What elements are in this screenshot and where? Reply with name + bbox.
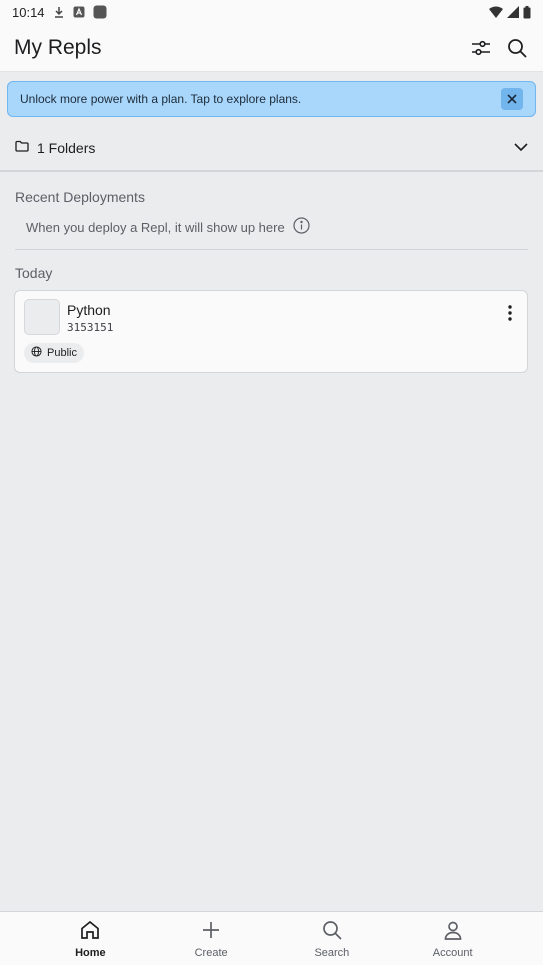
nav-create[interactable]: Create	[171, 912, 251, 965]
home-icon	[79, 919, 101, 944]
deployments-empty-text: When you deploy a Repl, it will show up …	[26, 219, 285, 235]
nav-create-label: Create	[194, 946, 228, 959]
chevron-down-icon[interactable]	[514, 139, 528, 157]
wifi-icon	[489, 6, 503, 18]
search-icon	[321, 919, 343, 944]
app-header: My Repls	[0, 24, 543, 72]
folders-row[interactable]: 1 Folders	[0, 126, 543, 172]
nav-home-label: Home	[75, 946, 106, 959]
battery-icon	[523, 5, 531, 19]
nav-search-label: Search	[314, 946, 350, 959]
recent-deployments-heading: Recent Deployments	[15, 189, 145, 205]
bottom-nav: Home Create Search Account	[0, 911, 543, 965]
today-heading: Today	[15, 265, 53, 281]
globe-icon	[31, 346, 42, 360]
status-bar: 10:14	[0, 0, 543, 24]
app-square-icon	[93, 5, 107, 19]
upgrade-banner[interactable]: Unlock more power with a plan. Tap to ex…	[7, 81, 536, 117]
download-icon	[53, 6, 65, 18]
folders-label: 1 Folders	[37, 140, 96, 156]
banner-text: Unlock more power with a plan. Tap to ex…	[20, 92, 302, 106]
repl-name: Python	[67, 302, 111, 318]
deployments-empty-state: When you deploy a Repl, it will show up …	[26, 216, 310, 238]
visibility-badge: Public	[24, 343, 84, 363]
more-options-icon[interactable]	[499, 302, 521, 324]
nav-home[interactable]: Home	[50, 912, 130, 965]
repl-id: 3153151	[67, 321, 114, 334]
search-icon[interactable]	[505, 36, 529, 60]
repl-card[interactable]: Python 3153151 Public	[14, 290, 528, 373]
info-icon[interactable]	[293, 217, 310, 237]
repl-thumbnail	[24, 299, 60, 335]
folder-icon	[15, 139, 29, 157]
page-title: My Repls	[14, 35, 102, 59]
user-icon	[442, 919, 464, 944]
visibility-label: Public	[47, 347, 77, 359]
signal-icon	[507, 6, 519, 18]
close-icon[interactable]	[501, 88, 523, 110]
status-time: 10:14	[12, 4, 45, 20]
a-badge-icon	[73, 6, 85, 18]
plus-icon	[200, 919, 222, 944]
filter-icon[interactable]	[469, 36, 493, 60]
section-divider	[15, 249, 528, 250]
nav-search[interactable]: Search	[292, 912, 372, 965]
nav-account-label: Account	[432, 946, 473, 959]
nav-account[interactable]: Account	[413, 912, 493, 965]
